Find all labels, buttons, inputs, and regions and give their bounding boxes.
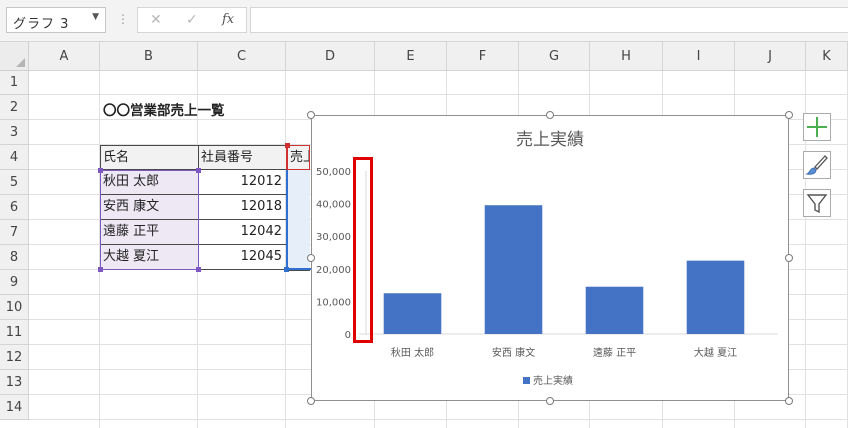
formula-bar: グラフ 3 ▼ ⋮ ✕ ✓ fx (0, 0, 848, 42)
header-cell-employee-id[interactable]: 社員番号 (198, 145, 287, 170)
chart-title: 売上実績 (516, 130, 584, 150)
row-header-1[interactable]: 1 (0, 71, 29, 95)
sales-cell[interactable] (287, 195, 310, 221)
select-all-corner[interactable] (0, 42, 29, 71)
bar-1 (383, 293, 442, 334)
sales-cell[interactable] (287, 170, 310, 196)
row-header-6[interactable]: 6 (0, 195, 29, 220)
row-header-3[interactable]: 3 (0, 120, 29, 145)
y-tick-label: 50,000 (316, 167, 351, 178)
row-header-2[interactable]: 2 (0, 95, 29, 120)
chart-resize-handle[interactable] (307, 397, 315, 405)
y-tick-label: 10,000 (316, 297, 351, 308)
x-tick-label: 遠藤 正平 (593, 346, 636, 359)
legend-swatch (523, 377, 530, 384)
column-header-j[interactable]: J (735, 42, 806, 71)
row-header-5[interactable]: 5 (0, 170, 29, 195)
chart-resize-handle[interactable] (785, 254, 793, 262)
name-cell[interactable]: 大越 夏江 (100, 245, 198, 270)
column-header-f[interactable]: F (447, 42, 519, 71)
x-tick-label: 大越 夏江 (694, 346, 737, 359)
y-tick-label: 30,000 (316, 232, 351, 243)
column-header-a[interactable]: A (29, 42, 100, 71)
row-header-13[interactable]: 13 (0, 370, 29, 395)
y-tick-label: 20,000 (316, 265, 351, 276)
x-tick-label: 安西 康文 (492, 346, 535, 359)
bar-2 (484, 205, 543, 334)
formula-buttons: ✕ ✓ fx (137, 7, 247, 33)
row-header-4[interactable]: 4 (0, 145, 29, 170)
range-handle[interactable] (284, 267, 289, 272)
axis-highlight-box (353, 157, 373, 343)
formula-input[interactable] (250, 7, 848, 33)
name-cell[interactable]: 安西 康文 (100, 195, 198, 220)
brush-icon (805, 155, 828, 175)
header-cell-sales[interactable]: 売上実績 (286, 145, 310, 170)
grid-line (29, 94, 848, 95)
range-handle[interactable] (98, 168, 103, 173)
column-header-c[interactable]: C (198, 42, 286, 71)
column-header-d[interactable]: D (286, 42, 375, 71)
column-header-b[interactable]: B (100, 42, 198, 71)
column-header-i[interactable]: I (663, 42, 735, 71)
row-header-10[interactable]: 10 (0, 295, 29, 320)
sheet-title[interactable]: 〇〇営業部売上一覧 (103, 99, 225, 119)
range-handle[interactable] (196, 267, 201, 272)
employee-id-cell[interactable]: 12042 (198, 220, 286, 245)
header-cell-name[interactable]: 氏名 (100, 145, 199, 170)
row-header-8[interactable]: 8 (0, 245, 29, 270)
x-tick-label: 秋田 太郎 (391, 346, 434, 359)
grid-line (29, 419, 848, 420)
column-header-g[interactable]: G (519, 42, 590, 71)
insert-function-icon[interactable]: fx (222, 12, 234, 27)
plus-icon (807, 117, 827, 137)
chart-filters-button[interactable] (803, 189, 831, 217)
row-header-7[interactable]: 7 (0, 220, 29, 245)
chart-resize-handle[interactable] (785, 111, 793, 119)
chart-resize-handle[interactable] (546, 111, 554, 119)
chevron-down-icon[interactable]: ▼ (92, 12, 99, 22)
name-cell[interactable]: 秋田 太郎 (100, 170, 198, 195)
chart-area[interactable]: 売上実績 0 10,000 20,000 30,000 40,000 50,000 秋田 太郎… (311, 115, 789, 401)
employee-id-cell[interactable]: 12012 (198, 170, 286, 195)
filter-icon (806, 194, 828, 214)
column-header-k[interactable]: K (806, 42, 848, 71)
chart-resize-handle[interactable] (307, 111, 315, 119)
chart-resize-handle[interactable] (307, 254, 315, 262)
range-handle[interactable] (285, 143, 290, 148)
row-header-12[interactable]: 12 (0, 345, 29, 370)
y-tick-label: 0 (345, 330, 351, 341)
name-box-value: グラフ 3 (13, 17, 70, 32)
row-header-11[interactable]: 11 (0, 320, 29, 345)
row-header-9[interactable]: 9 (0, 270, 29, 295)
bar-4 (686, 260, 745, 334)
check-icon[interactable]: ✓ (186, 12, 198, 28)
name-box[interactable]: グラフ 3 ▼ (6, 7, 106, 33)
column-header-h[interactable]: H (590, 42, 663, 71)
column-header-e[interactable]: E (375, 42, 447, 71)
chart-resize-handle[interactable] (785, 397, 793, 405)
bar-3 (585, 286, 644, 334)
row-header-14[interactable]: 14 (0, 395, 29, 420)
chart-styles-button[interactable] (803, 151, 831, 179)
employee-id-cell[interactable]: 12045 (198, 245, 286, 270)
chart-resize-handle[interactable] (546, 397, 554, 405)
vertical-dots-icon: ⋮ (117, 12, 129, 26)
legend-label: 売上実績 (533, 374, 573, 387)
y-tick-label: 40,000 (316, 200, 351, 211)
name-cell[interactable]: 遠藤 正平 (100, 220, 198, 245)
range-handle[interactable] (196, 168, 201, 173)
cancel-icon[interactable]: ✕ (150, 12, 162, 28)
range-handle[interactable] (98, 267, 103, 272)
chart-elements-button[interactable] (803, 113, 831, 141)
sales-cell[interactable] (287, 220, 310, 246)
employee-id-cell[interactable]: 12018 (198, 195, 286, 220)
chart-svg: 売上実績 0 10,000 20,000 30,000 40,000 50,000 秋田 太郎… (316, 130, 778, 387)
